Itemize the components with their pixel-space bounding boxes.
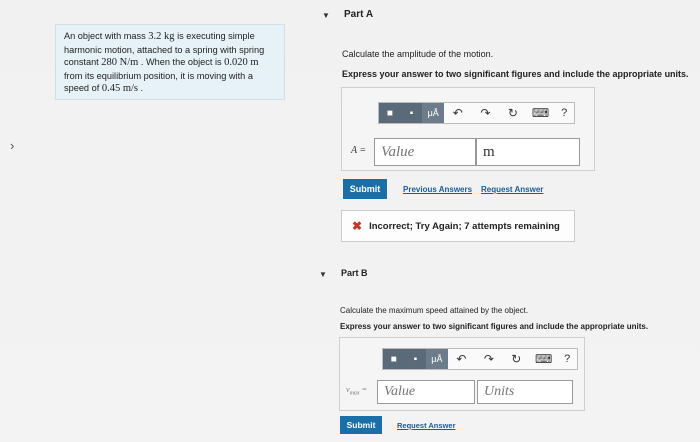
part-a-units-input[interactable] (476, 138, 580, 166)
part-b-units-input[interactable] (477, 380, 573, 404)
undo-icon[interactable]: ↶ (444, 103, 472, 123)
units-symbols-icon[interactable]: μÅ (422, 103, 445, 123)
part-b-request-answer-link[interactable]: Request Answer (397, 421, 456, 430)
part-b-question: Calculate the maximum speed attained by … (340, 306, 529, 315)
part-a-answer-panel: ■ ▪ μÅ ↶ ↷ ↻ ⌨ ? A = (341, 87, 595, 171)
problem-text: from its equilibrium position, it is mov… (64, 70, 253, 81)
part-a-submit-button[interactable]: Submit (343, 179, 387, 199)
part-a-feedback: ✖ Incorrect; Try Again; 7 attempts remai… (341, 210, 575, 242)
templates-icon[interactable]: ■ (383, 349, 405, 369)
help-icon[interactable]: ? (554, 103, 574, 123)
help-icon[interactable]: ? (557, 349, 577, 369)
part-b-submit-button[interactable]: Submit (340, 416, 382, 434)
speed-value: 0.45 m/s (101, 83, 138, 95)
part-a-instruction: Express your answer to two significant f… (342, 69, 689, 79)
var-equals: = (359, 385, 367, 394)
redo-icon[interactable]: ↷ (475, 349, 502, 369)
position-value: 0.020 m (224, 57, 259, 69)
left-expand-chevron-icon[interactable]: › (10, 138, 14, 153)
problem-text: harmonic motion, attached to a spring wi… (64, 44, 265, 55)
part-a-variable-label: A = (351, 145, 367, 156)
problem-text: . (137, 83, 144, 94)
part-a-math-toolbar: ■ ▪ μÅ ↶ ↷ ↻ ⌨ ? (378, 102, 575, 124)
problem-text: is executing simple (174, 31, 255, 41)
redo-icon[interactable]: ↷ (472, 103, 500, 123)
undo-icon[interactable]: ↶ (448, 349, 475, 369)
part-a-value-input[interactable] (374, 138, 476, 166)
part-b-math-toolbar: ■ ▪ μÅ ↶ ↷ ↻ ⌨ ? (382, 348, 578, 370)
units-symbols-icon[interactable]: μÅ (426, 349, 448, 369)
part-a-collapse-icon[interactable]: ▼ (322, 11, 330, 20)
part-b-title[interactable]: Part B (341, 268, 368, 278)
keyboard-icon[interactable]: ⌨ (527, 103, 555, 123)
problem-text: speed of (64, 83, 102, 94)
problem-text: constant (64, 57, 102, 68)
problem-statement: An object with mass 3.2 kg is executing … (55, 24, 285, 100)
problem-text: An object with mass (64, 31, 149, 41)
reset-icon[interactable]: ↻ (503, 349, 530, 369)
problem-text: . When the object is (138, 57, 225, 68)
part-b-variable-label: vmax = (346, 385, 367, 397)
part-a-question: Calculate the amplitude of the motion. (342, 49, 494, 59)
spring-constant-value: 280 N/m (101, 57, 139, 69)
part-b-instruction: Express your answer to two significant f… (340, 322, 649, 331)
reset-icon[interactable]: ↻ (499, 103, 527, 123)
part-a-previous-answers-link[interactable]: Previous Answers (403, 185, 472, 194)
var-subscript: max (349, 390, 360, 397)
mass-value: 3.2 kg (148, 31, 175, 42)
part-b-value-input[interactable] (377, 380, 475, 404)
part-b-answer-panel: ■ ▪ μÅ ↶ ↷ ↻ ⌨ ? vmax = (339, 337, 585, 411)
templates-dropdown-icon[interactable]: ▪ (400, 103, 423, 123)
part-b-collapse-icon[interactable]: ▼ (319, 270, 327, 279)
part-a-request-answer-link[interactable]: Request Answer (481, 185, 543, 194)
part-a-title[interactable]: Part A (344, 9, 373, 20)
feedback-text: Incorrect; Try Again; 7 attempts remaini… (369, 220, 560, 232)
keyboard-icon[interactable]: ⌨ (530, 349, 557, 369)
templates-dropdown-icon[interactable]: ▪ (404, 349, 427, 369)
templates-icon[interactable]: ■ (379, 103, 401, 123)
incorrect-x-icon: ✖ (352, 219, 363, 233)
